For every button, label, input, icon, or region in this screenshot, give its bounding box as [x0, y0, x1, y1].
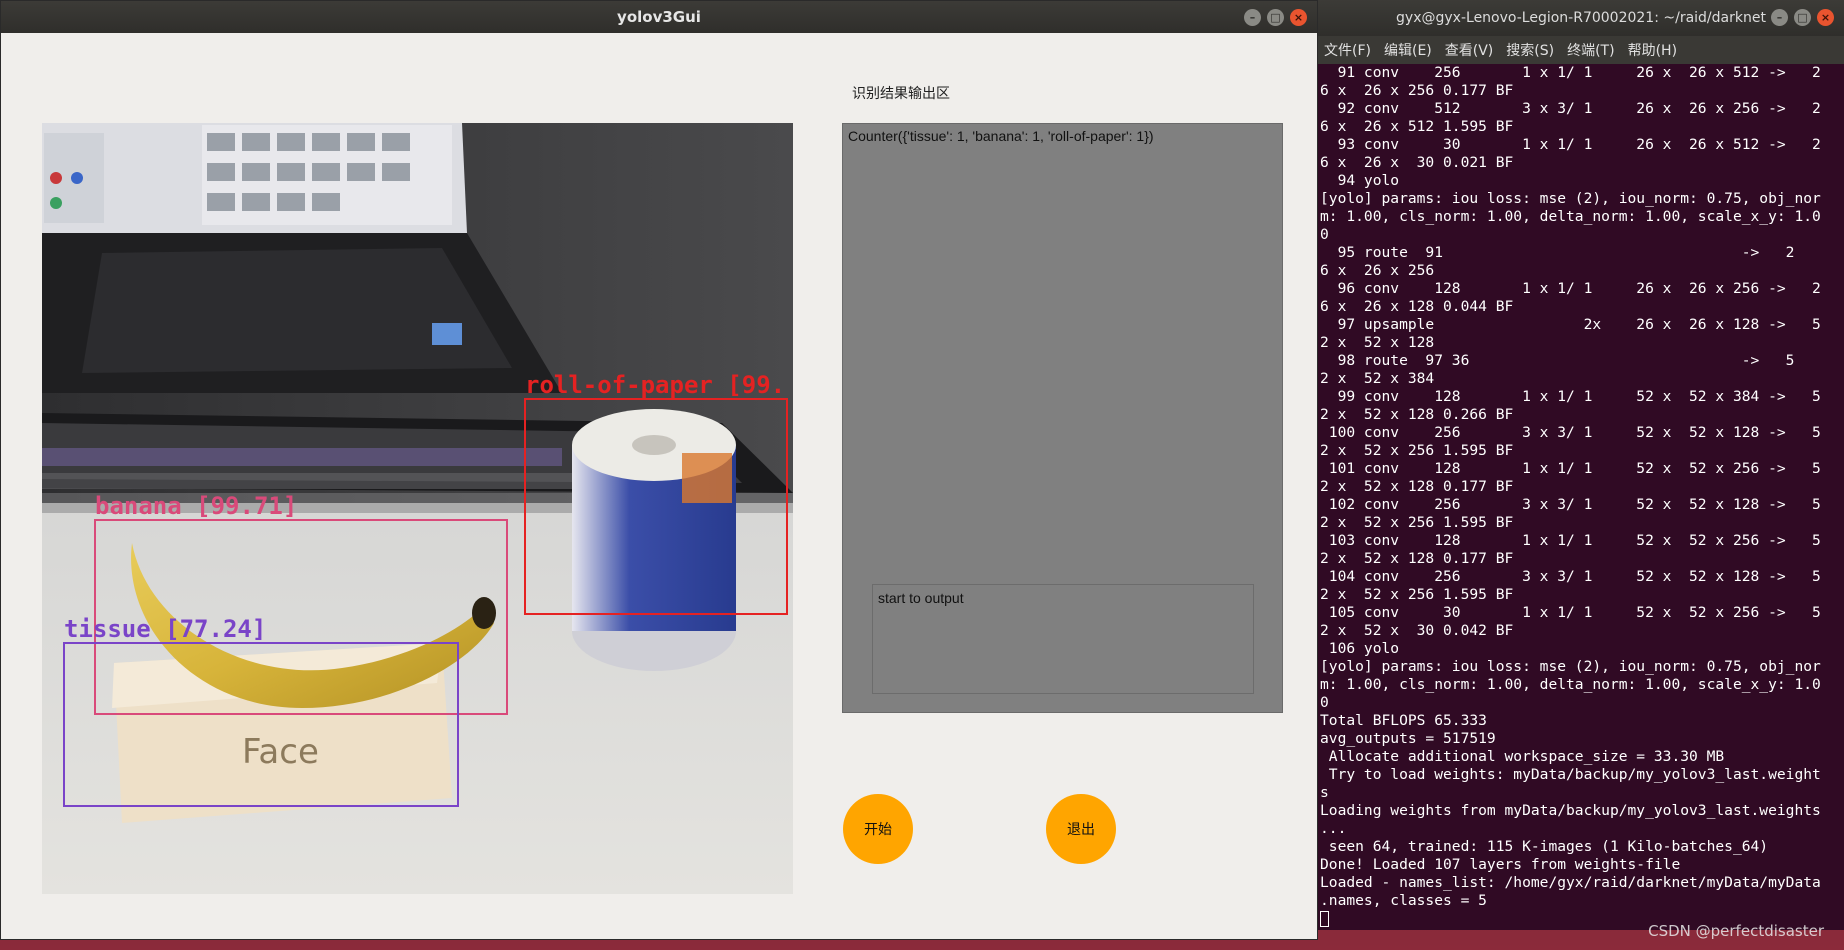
terminal-line: 2 x 52 x 128 0.177 BF — [1320, 478, 1514, 495]
terminal-line: 93 conv 30 1 x 1/ 1 26 x 26 x 512 -> 2 — [1320, 136, 1821, 153]
terminal-line: 2 x 52 x 256 1.595 BF — [1320, 586, 1514, 603]
status-output-box[interactable]: start to output — [872, 584, 1254, 694]
terminal-line: 6 x 26 x 256 — [1320, 262, 1435, 279]
terminal-line: 104 conv 256 3 x 3/ 1 52 x 52 x 128 -> 5 — [1320, 568, 1821, 585]
detection-label-banana: banana [99.71] — [95, 492, 297, 520]
terminal-titlebar[interactable]: gyx@gyx-Lenovo-Legion-R70002021: ~/raid/… — [1318, 0, 1844, 36]
terminal-line: .names, classes = 5 — [1320, 892, 1487, 909]
terminal-line: 98 route 97 36 -> 5 — [1320, 352, 1795, 369]
terminal-line: 94 yolo — [1320, 172, 1400, 189]
gui-window: yolov3Gui – □ × Face roll-of-paper [99. … — [0, 0, 1318, 940]
terminal-line: 2 x 52 x 384 — [1320, 370, 1435, 387]
terminal-output[interactable]: 91 conv 256 1 x 1/ 1 26 x 26 x 512 -> 26… — [1320, 64, 1842, 930]
terminal-line: Done! Loaded 107 layers from weights-fil… — [1320, 856, 1681, 873]
status-text: start to output — [878, 590, 964, 606]
terminal-line: 99 conv 128 1 x 1/ 1 52 x 52 x 384 -> 5 — [1320, 388, 1821, 405]
menu-help[interactable]: 帮助(H) — [1628, 40, 1677, 60]
minimize-icon[interactable]: – — [1244, 9, 1261, 26]
menu-file[interactable]: 文件(F) — [1324, 40, 1371, 60]
terminal-line: Loading weights from myData/backup/my_yo… — [1320, 802, 1821, 819]
close-icon[interactable]: × — [1817, 9, 1834, 26]
gui-window-controls: – □ × — [1244, 9, 1307, 26]
terminal-line: 2 x 52 x 128 — [1320, 334, 1435, 351]
terminal-title: gyx@gyx-Lenovo-Legion-R70002021: ~/raid/… — [1396, 10, 1766, 26]
menu-view[interactable]: 查看(V) — [1445, 40, 1494, 60]
terminal-line: Loaded - names_list: /home/gyx/raid/dark… — [1320, 874, 1821, 891]
terminal-line: [yolo] params: iou loss: mse (2), iou_no… — [1320, 190, 1821, 207]
terminal-line: 2 x 52 x 128 0.266 BF — [1320, 406, 1514, 423]
detection-label-roll-of-paper: roll-of-paper [99. — [525, 371, 785, 399]
menu-edit[interactable]: 编辑(E) — [1384, 40, 1432, 60]
terminal-line: s — [1320, 784, 1329, 801]
close-icon[interactable]: × — [1290, 9, 1307, 26]
terminal-line: 101 conv 128 1 x 1/ 1 52 x 52 x 256 -> 5 — [1320, 460, 1821, 477]
terminal-window: gyx@gyx-Lenovo-Legion-R70002021: ~/raid/… — [1318, 0, 1844, 930]
terminal-line: 6 x 26 x 256 0.177 BF — [1320, 82, 1514, 99]
terminal-line: 6 x 26 x 30 0.021 BF — [1320, 154, 1514, 171]
terminal-line: Allocate additional workspace_size = 33.… — [1320, 748, 1725, 765]
terminal-line: 95 route 91 -> 2 — [1320, 244, 1795, 261]
terminal-line: 2 x 52 x 30 0.042 BF — [1320, 622, 1514, 639]
terminal-line: 6 x 26 x 512 1.595 BF — [1320, 118, 1514, 135]
watermark: CSDN @perfectdisaster — [1648, 922, 1824, 940]
detection-label-tissue: tissue [77.24] — [64, 615, 266, 643]
terminal-line: m: 1.00, cls_norm: 1.00, delta_norm: 1.0… — [1320, 208, 1821, 225]
gui-window-title: yolov3Gui — [617, 8, 701, 26]
terminal-line: 106 yolo — [1320, 640, 1400, 657]
terminal-line: 91 conv 256 1 x 1/ 1 26 x 26 x 512 -> 2 — [1320, 64, 1821, 81]
terminal-line: 2 x 52 x 256 1.595 BF — [1320, 442, 1514, 459]
terminal-line: avg_outputs = 517519 — [1320, 730, 1496, 747]
menu-terminal[interactable]: 终端(T) — [1567, 40, 1614, 60]
result-output-label: 识别结果输出区 — [852, 86, 950, 102]
terminal-line: 92 conv 512 3 x 3/ 1 26 x 26 x 256 -> 2 — [1320, 100, 1821, 117]
maximize-icon[interactable]: □ — [1794, 9, 1811, 26]
detection-image: Face roll-of-paper [99. banana [99.71] t… — [42, 123, 793, 894]
terminal-line: 105 conv 30 1 x 1/ 1 52 x 52 x 256 -> 5 — [1320, 604, 1821, 621]
terminal-line: 2 x 52 x 128 0.177 BF — [1320, 550, 1514, 567]
terminal-line: 103 conv 128 1 x 1/ 1 52 x 52 x 256 -> 5 — [1320, 532, 1821, 549]
menu-search[interactable]: 搜索(S) — [1506, 40, 1554, 60]
result-counter-text: Counter({'tissue': 1, 'banana': 1, 'roll… — [848, 128, 1154, 144]
result-output-area[interactable]: Counter({'tissue': 1, 'banana': 1, 'roll… — [842, 123, 1283, 713]
terminal-line: 0 — [1320, 694, 1329, 711]
minimize-icon[interactable]: – — [1771, 9, 1788, 26]
terminal-line: 6 x 26 x 128 0.044 BF — [1320, 298, 1514, 315]
terminal-cursor — [1320, 911, 1329, 927]
terminal-line: 97 upsample 2x 26 x 26 x 128 -> 5 — [1320, 316, 1821, 333]
terminal-line: 2 x 52 x 256 1.595 BF — [1320, 514, 1514, 531]
terminal-line: [yolo] params: iou loss: mse (2), iou_no… — [1320, 658, 1821, 675]
terminal-menubar: 文件(F) 编辑(E) 查看(V) 搜索(S) 终端(T) 帮助(H) — [1318, 36, 1844, 64]
terminal-line: 102 conv 256 3 x 3/ 1 52 x 52 x 128 -> 5 — [1320, 496, 1821, 513]
terminal-line: 0 — [1320, 226, 1329, 243]
terminal-line: 100 conv 256 3 x 3/ 1 52 x 52 x 128 -> 5 — [1320, 424, 1821, 441]
terminal-line: ... — [1320, 820, 1347, 837]
terminal-window-controls: – □ × — [1771, 9, 1834, 26]
start-button[interactable]: 开始 — [843, 794, 913, 864]
terminal-line: 96 conv 128 1 x 1/ 1 26 x 26 x 256 -> 2 — [1320, 280, 1821, 297]
terminal-line: Try to load weights: myData/backup/my_yo… — [1320, 766, 1821, 783]
terminal-line: m: 1.00, cls_norm: 1.00, delta_norm: 1.0… — [1320, 676, 1821, 693]
terminal-line: Total BFLOPS 65.333 — [1320, 712, 1487, 729]
svg-text:Face: Face — [242, 732, 319, 772]
terminal-line: seen 64, trained: 115 K-images (1 Kilo-b… — [1320, 838, 1769, 855]
gui-titlebar[interactable]: yolov3Gui – □ × — [1, 1, 1317, 33]
maximize-icon[interactable]: □ — [1267, 9, 1284, 26]
quit-button[interactable]: 退出 — [1046, 794, 1116, 864]
